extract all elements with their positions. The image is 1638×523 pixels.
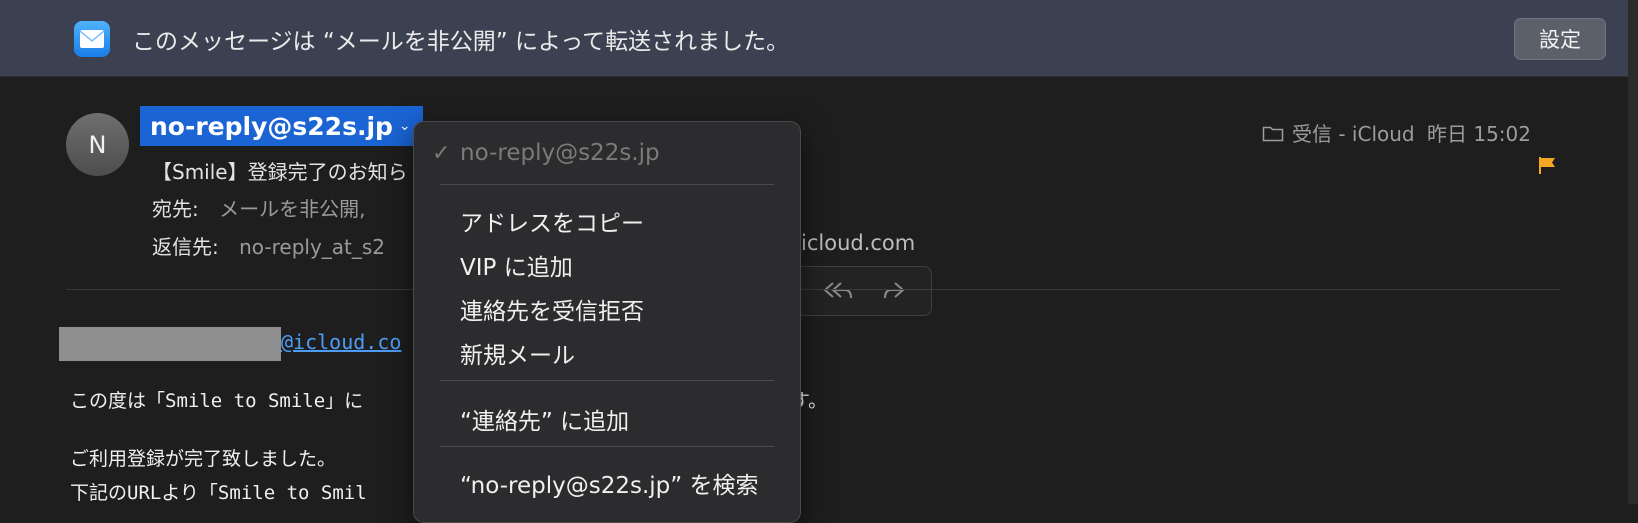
privacy-banner: このメッセージは “メールを非公開” によって転送されました。 設定 [0, 0, 1628, 77]
message-actions-toolbar [790, 266, 932, 316]
redacted-block [59, 327, 281, 361]
menu-item-add-to-contacts[interactable]: “連絡先” に追加 [460, 402, 629, 436]
menu-separator [440, 184, 774, 185]
mailbox-label[interactable]: 受信 - iCloud [1262, 118, 1415, 147]
reply-to-label: 返信先: [152, 235, 219, 259]
reply-to-row: 返信先: no-reply_at_s2 [152, 231, 385, 260]
body-line-1: この度は「Smile to Smile」に [70, 390, 364, 412]
reply-all-icon[interactable] [819, 279, 853, 307]
to-label: 宛先: [152, 197, 199, 221]
body-line-2: ご利用登録が完了致しました。 [70, 448, 337, 470]
body-line-3: 下記のURLより「Smile to Smil [70, 482, 367, 504]
flag-icon[interactable] [1538, 155, 1558, 179]
sender-address: no-reply@s22s.jp [150, 111, 393, 141]
reply-to-value[interactable]: no-reply_at_s2 [239, 235, 385, 259]
settings-button[interactable]: 設定 [1514, 18, 1606, 60]
sender-context-menu: ✓ no-reply@s22s.jp アドレスをコピー VIP に追加 連絡先を… [413, 121, 801, 523]
menu-item-copy-address[interactable]: アドレスをコピー [460, 204, 644, 238]
to-value[interactable]: メールを非公開, [219, 197, 365, 221]
banner-message: このメッセージは “メールを非公開” によって転送されました。 [132, 29, 790, 55]
mailbox-name: 受信 - iCloud [1292, 122, 1415, 146]
menu-item-search[interactable]: “no-reply@s22s.jp” を検索 [460, 466, 759, 500]
message-date: 昨日 15:02 [1427, 122, 1531, 146]
menu-item-sender: no-reply@s22s.jp [460, 140, 660, 166]
menu-separator [440, 446, 774, 447]
avatar: N [66, 113, 129, 176]
sender-address-button[interactable]: no-reply@s22s.jp ⌄ [140, 106, 423, 146]
recipient-email-link[interactable]: @icloud.co [281, 330, 401, 354]
message-subject: 【Smile】登録完了のお知ら [152, 160, 408, 184]
menu-separator [440, 380, 774, 381]
menu-item-add-vip[interactable]: VIP に追加 [460, 248, 573, 282]
chevron-down-icon: ⌄ [398, 118, 411, 134]
scrollbar-track[interactable] [1628, 0, 1638, 504]
header-divider [66, 289, 1560, 290]
to-row: 宛先: メールを非公開, [152, 193, 365, 222]
checkmark-icon: ✓ [432, 141, 451, 166]
mail-app-icon [74, 21, 110, 57]
forward-icon[interactable] [881, 279, 909, 307]
folder-icon [1262, 126, 1284, 141]
menu-item-block-contact[interactable]: 連絡先を受信拒否 [460, 292, 644, 326]
menu-item-new-mail[interactable]: 新規メール [460, 336, 575, 370]
